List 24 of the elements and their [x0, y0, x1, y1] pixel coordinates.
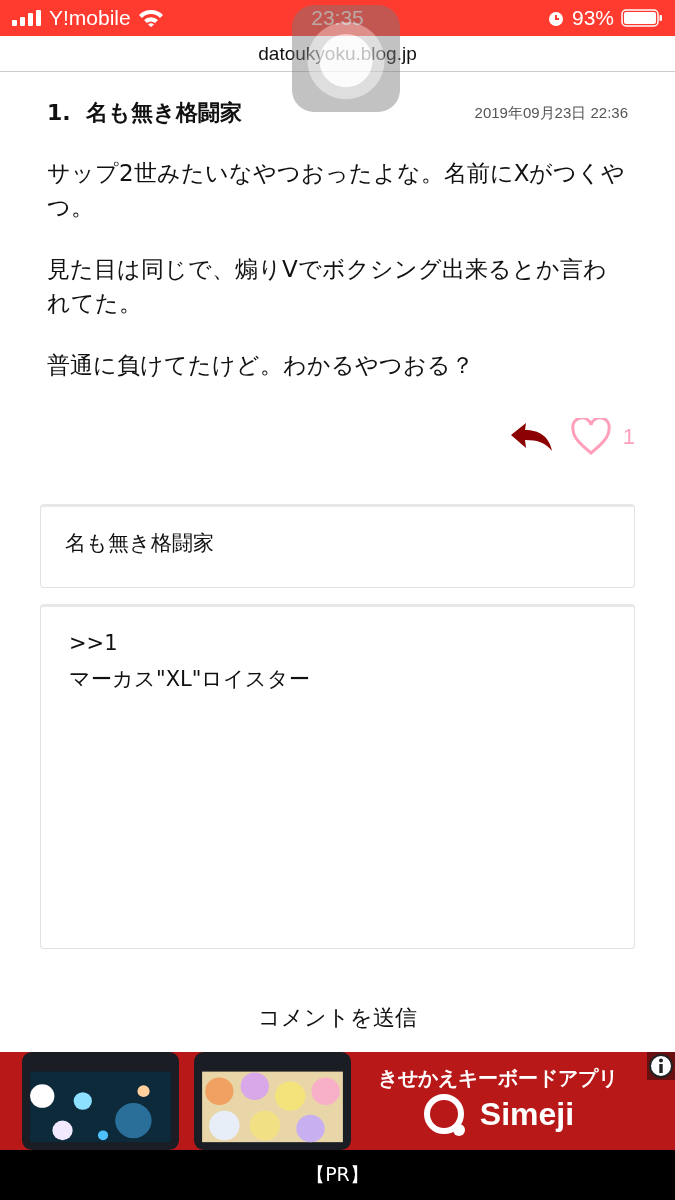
carrier-name: Y!mobile	[49, 6, 131, 30]
comment-text: 見た目は同じで、煽りVでボクシング出来るとか言われてた。	[47, 255, 608, 318]
speech-bubble-icon	[421, 1091, 468, 1138]
comment-date: 2019年09月23日 22:36	[474, 103, 628, 123]
comment-field[interactable]: >>1 マーカス"XL"ロイスター	[40, 604, 635, 949]
battery-icon	[621, 9, 663, 27]
info-icon[interactable]	[647, 1052, 675, 1080]
signal-icon	[12, 10, 42, 26]
alarm-icon	[546, 9, 565, 27]
wifi-icon	[137, 9, 164, 27]
clock-time: 23:35	[310, 6, 365, 30]
comment-author: 1. 名も無き格闘家	[47, 99, 242, 127]
comment-text: 普通に負けてたけど。わかるやつおる？	[47, 351, 475, 380]
comment-text: サップ2世みたいなやつおったよな。名前にXがつくやつ。	[47, 159, 627, 222]
battery-percent: 93%	[571, 6, 614, 30]
ad-brand: Simeji	[479, 1096, 575, 1133]
ad-headline: きせかえキーボードアプリ	[378, 1064, 618, 1092]
like-count: 1	[622, 424, 635, 450]
ad-banner[interactable]: きせかえキーボードアプリ Simeji	[0, 1052, 675, 1150]
name-field[interactable]: 名も無き格闘家	[40, 504, 635, 588]
submit-button[interactable]: コメントを送信	[258, 1003, 417, 1033]
pr-label: 【PR】	[306, 1162, 369, 1187]
reply-icon[interactable]	[510, 423, 553, 451]
url-text[interactable]: datoukyoku.blog.jp	[258, 42, 417, 65]
